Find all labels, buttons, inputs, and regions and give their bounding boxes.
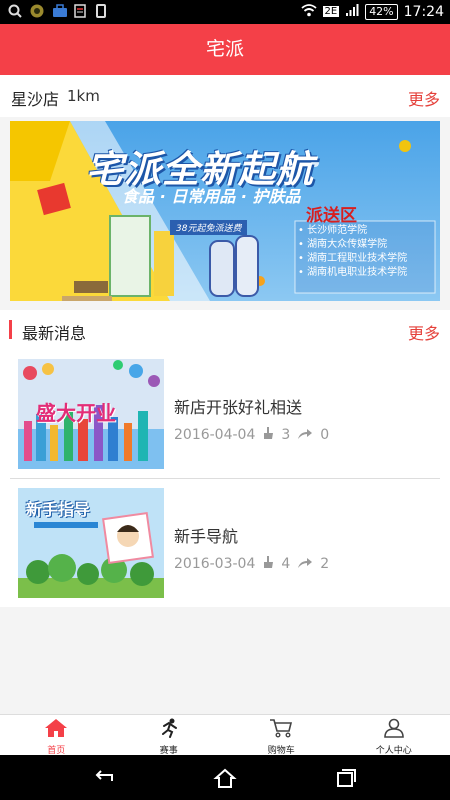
app-header: 宅派 xyxy=(0,24,450,75)
store-more-button[interactable]: 更多 xyxy=(408,86,440,110)
news-item[interactable]: 新手指导 新手导航 2016-03-04 4 2 xyxy=(0,479,450,607)
briefcase-icon xyxy=(52,4,67,18)
home-icon xyxy=(44,718,68,742)
delivery-zone-item: • 湖南工程职业技术学院 xyxy=(298,253,408,264)
store-name: 星沙店 xyxy=(11,90,60,109)
system-nav-bar xyxy=(0,755,450,800)
phone-icon xyxy=(96,4,106,18)
recent-apps-icon[interactable] xyxy=(334,767,358,789)
share-icon xyxy=(297,556,313,573)
news-item[interactable]: 盛大开业 新店开张好礼相送 2016-04-04 3 0 xyxy=(0,350,450,478)
tab-events[interactable]: 赛事 xyxy=(113,715,226,756)
status-right-icons: 2E 42% 17:24 xyxy=(300,3,444,20)
store-row: 星沙店 1km 更多 xyxy=(0,75,450,117)
home-button-icon[interactable] xyxy=(213,767,237,789)
delivery-zone-item: • 湖南机电职业技术学院 xyxy=(298,267,408,278)
section-accent-bar xyxy=(9,320,12,339)
tab-cart[interactable]: 购物车 xyxy=(225,715,338,756)
back-icon[interactable] xyxy=(92,767,116,789)
browser-icon xyxy=(30,4,44,18)
news-item-meta: 2016-04-04 3 0 xyxy=(174,426,329,444)
tab-home[interactable]: 首页 xyxy=(0,715,113,756)
news-thumbnail: 新手指导 xyxy=(18,488,164,598)
news-section: 最新消息 更多 盛大开业 新店开张好礼相送 2016-04-04 3 0 新手指… xyxy=(0,310,450,607)
battery-indicator: 42% xyxy=(365,3,398,20)
like-icon xyxy=(262,555,274,573)
status-bar: 2E 42% 17:24 xyxy=(0,0,450,24)
banner-subline: 食品 · 日常用品 · 护肤品 xyxy=(122,187,301,206)
status-time: 17:24 xyxy=(403,3,444,20)
like-icon xyxy=(262,426,274,444)
promo-banner[interactable]: 宅派全新起航 食品 · 日常用品 · 护肤品 38元起免派送费 派送区 • 长沙… xyxy=(10,121,440,301)
wifi-icon xyxy=(300,3,317,20)
news-item-shares: 2 xyxy=(320,556,330,572)
delivery-zone-list: • 长沙师范学院 • 湖南大众传媒学院 • 湖南工程职业技术学院 • 湖南机电职… xyxy=(298,224,407,280)
thumb-caption: 新手指导 xyxy=(26,500,91,519)
sim-icon xyxy=(74,4,88,18)
delivery-zone-title: 派送区 xyxy=(306,206,357,226)
delivery-zone-item: • 湖南大众传媒学院 xyxy=(298,239,388,250)
runner-icon xyxy=(158,718,180,742)
tab-profile[interactable]: 个人中心 xyxy=(338,715,450,756)
network-type: 2E xyxy=(322,6,340,17)
news-title: 最新消息 xyxy=(22,324,87,343)
news-item-meta: 2016-03-04 4 2 xyxy=(174,555,329,573)
news-thumbnail: 盛大开业 xyxy=(18,359,164,469)
news-item-likes: 3 xyxy=(281,427,291,443)
news-item-likes: 4 xyxy=(281,556,291,572)
news-item-date: 2016-04-04 xyxy=(174,427,256,443)
news-text: 新手导航 2016-03-04 4 2 xyxy=(174,523,329,573)
news-text: 新店开张好礼相送 2016-04-04 3 0 xyxy=(174,394,329,444)
thumb-caption: 盛大开业 xyxy=(36,401,116,425)
store-distance: 1km xyxy=(67,87,100,105)
news-more-button[interactable]: 更多 xyxy=(408,320,440,344)
cart-icon xyxy=(269,718,293,742)
news-item-shares: 0 xyxy=(320,427,330,443)
share-icon xyxy=(297,427,313,444)
page-title: 宅派 xyxy=(205,38,244,60)
delivery-zone-item: • 长沙师范学院 xyxy=(298,225,368,236)
news-item-title: 新手导航 xyxy=(174,527,239,546)
free-delivery-label: 38元起免派送费 xyxy=(170,220,248,235)
status-left-icons xyxy=(8,4,106,18)
bottom-tab-bar: 首页 赛事 购物车 个人中心 xyxy=(0,714,450,756)
search-icon xyxy=(8,4,22,18)
news-item-date: 2016-03-04 xyxy=(174,556,256,572)
news-item-title: 新店开张好礼相送 xyxy=(174,398,303,417)
signal-icon xyxy=(345,3,359,20)
news-header: 最新消息 更多 xyxy=(0,310,450,350)
user-icon xyxy=(383,718,405,742)
